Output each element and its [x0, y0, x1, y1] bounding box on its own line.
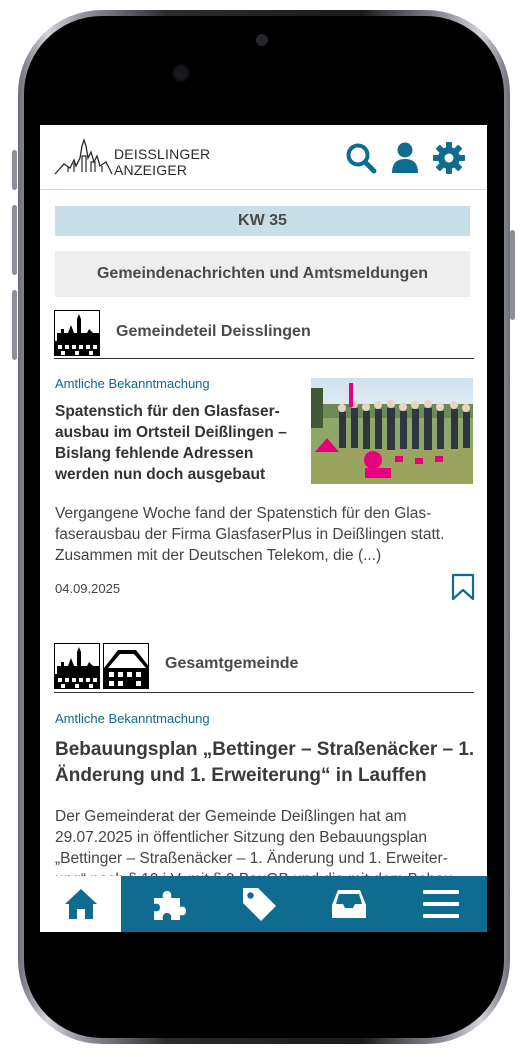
puzzle-icon[interactable]: [121, 876, 214, 932]
bottom-navigation: [40, 876, 487, 932]
article-category: Amtliche Bekanntmachung: [55, 376, 210, 391]
deisslingen-crest-icon: [54, 310, 100, 356]
skyline-logo-icon: [54, 138, 113, 175]
app-header: DEISSLINGER ANZEIGER: [40, 125, 487, 190]
article-category: Amtliche Bekanntmachung: [55, 711, 210, 726]
deisslinger-anzeiger-logo[interactable]: DEISSLINGER ANZEIGER: [54, 138, 214, 178]
gear-icon[interactable]: [432, 141, 466, 175]
tag-icon[interactable]: [214, 876, 304, 932]
inbox-icon[interactable]: [304, 876, 394, 932]
article-date: 04.09.2025: [55, 581, 121, 596]
front-camera: [174, 66, 188, 80]
bookmark-icon[interactable]: [451, 573, 475, 601]
mute-switch: [12, 290, 17, 360]
article-headline[interactable]: Bebauungsplan „Bettinger – Straßenäcker …: [55, 737, 475, 789]
logo-wordmark: DEISSLINGER ANZEIGER: [114, 146, 210, 178]
region-header-gesamtgemeinde: Gesamtgemeinde: [54, 643, 474, 693]
logo-line-2: ANZEIGER: [114, 162, 188, 178]
article-headline[interactable]: Spatenstich für den Glasfaser-ausbau im …: [55, 401, 295, 485]
region-title: Gesamtgemeinde: [165, 655, 299, 672]
section-title: Gemeindenachrichten und Amtsmeldungen: [55, 251, 470, 297]
volume-up-button: [12, 150, 17, 190]
logo-line-1: DEISSLINGER: [114, 146, 211, 162]
region-title: Gemeindeteil Deisslingen: [116, 323, 311, 340]
article-photo[interactable]: [311, 378, 473, 484]
volume-down-button: [12, 205, 17, 275]
deisslingen-crest-icon: [54, 643, 100, 689]
lauffen-crest-icon: [103, 643, 149, 689]
power-button: [510, 230, 515, 320]
article-teaser[interactable]: Vergangene Woche fand der Spatenstich fü…: [55, 503, 473, 566]
week-selector[interactable]: KW 35: [55, 206, 470, 236]
region-header-deisslingen: Gemeindeteil Deisslingen: [54, 310, 474, 359]
earpiece-speaker: [256, 34, 268, 46]
menu-icon[interactable]: [394, 876, 487, 932]
app-screen: DEISSLINGER ANZEIGER KW 35 Gemeindenachr…: [40, 125, 487, 932]
home-icon[interactable]: [40, 876, 121, 932]
search-icon[interactable]: [344, 141, 378, 175]
user-icon[interactable]: [388, 141, 422, 175]
